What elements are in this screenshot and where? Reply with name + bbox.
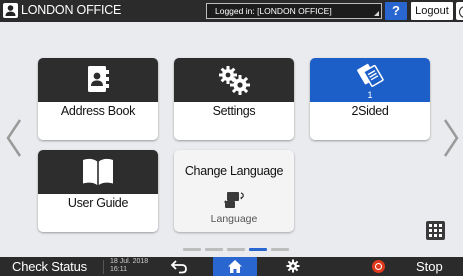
tile-icon-area: [38, 58, 158, 102]
office-name: LONDON OFFICE: [21, 3, 122, 17]
copy-count: 1: [367, 90, 373, 100]
divider: [103, 260, 104, 274]
tile-label: Address Book: [60, 104, 136, 118]
home-button[interactable]: [213, 257, 257, 276]
2sided-tile[interactable]: 1 2Sided: [310, 58, 430, 140]
address-book-tile[interactable]: Address Book: [38, 58, 158, 140]
back-arrow-icon: [170, 260, 187, 274]
language-switch-icon: [222, 190, 246, 215]
tile-label: Settings: [212, 104, 256, 118]
more-options-button[interactable]: [456, 2, 463, 20]
back-button[interactable]: [170, 259, 188, 276]
resize-corner-icon: [374, 11, 379, 16]
stop-button[interactable]: Stop: [416, 259, 443, 274]
tile-subtitle: Language: [210, 213, 258, 225]
login-status-field[interactable]: Logged in: [LONDON OFFICE]: [206, 3, 382, 19]
application-list-button[interactable]: [426, 221, 445, 240]
tile-icon-area: [174, 58, 294, 102]
tile-label: User Guide: [67, 196, 129, 210]
page-dot: [227, 248, 245, 251]
help-button[interactable]: ?: [385, 2, 407, 20]
date-text: 18 Jul. 2018: [110, 258, 149, 265]
date-time: 18 Jul. 2018 16:11: [110, 258, 148, 274]
tile-icon-area: 1: [310, 58, 430, 102]
check-status-button[interactable]: Check Status: [12, 259, 87, 274]
user-icon: [3, 3, 18, 18]
address-book-icon: [85, 65, 111, 98]
gear-icon: [286, 259, 300, 273]
next-page-arrow-icon[interactable]: [443, 118, 459, 158]
bottom-bar: Check Status 18 Jul. 2018 16:11 Stop: [0, 257, 463, 276]
top-bar: LONDON OFFICE Logged in: [LONDON OFFICE]…: [0, 0, 463, 22]
tile-label: 2Sided: [351, 104, 389, 118]
settings-tile[interactable]: Settings: [174, 58, 294, 140]
previous-page-arrow-icon[interactable]: [6, 118, 22, 158]
settings-button[interactable]: [286, 259, 300, 276]
page-dot: [205, 248, 223, 251]
gears-icon: [217, 65, 251, 100]
logout-button[interactable]: Logout: [411, 2, 453, 20]
time-text: 16:11: [110, 266, 127, 273]
page-dot-active: [249, 248, 267, 251]
grid-icon: [429, 224, 442, 237]
tile-icon-area: [38, 150, 158, 194]
change-language-tile[interactable]: Change Language Language: [174, 150, 294, 232]
home-icon: [228, 260, 242, 273]
tile-title: Change Language: [184, 164, 284, 178]
page-dot: [271, 248, 289, 251]
open-book-icon: [81, 157, 115, 192]
login-status-text: Logged in: [LONDON OFFICE]: [215, 6, 332, 16]
page-dot: [183, 248, 201, 251]
user-guide-tile[interactable]: User Guide: [38, 150, 158, 232]
stop-icon[interactable]: [372, 260, 385, 273]
